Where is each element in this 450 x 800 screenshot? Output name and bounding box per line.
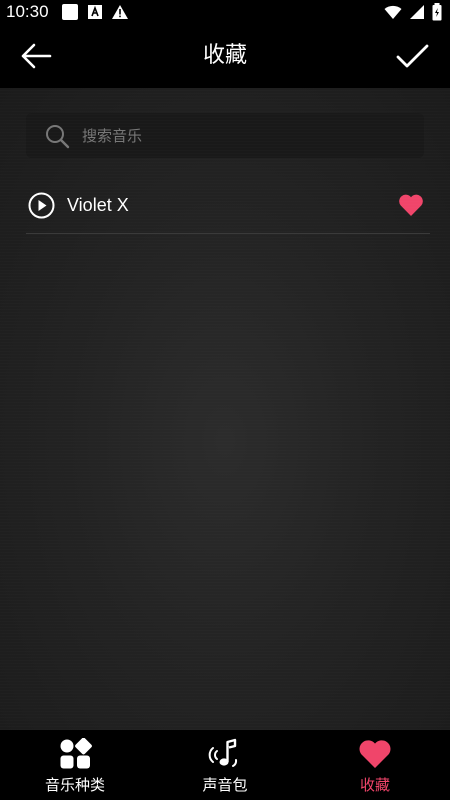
confirm-button[interactable] [392, 38, 432, 74]
warning-icon [111, 4, 129, 20]
list-item[interactable]: Violet X [26, 177, 430, 234]
play-icon[interactable] [28, 192, 55, 219]
bottom-nav: 音乐种类 声音包 收藏 [0, 730, 450, 800]
nav-item-favorites[interactable]: 收藏 [300, 730, 450, 800]
status-time: 10:30 [6, 2, 49, 21]
wifi-icon [384, 4, 402, 24]
heart-icon[interactable] [398, 193, 424, 217]
status-right-icons [384, 3, 442, 25]
grid-shapes-icon [60, 738, 92, 769]
nav-item-sound-pack[interactable]: 声音包 [150, 730, 300, 800]
status-bar: 10:30 [0, 0, 450, 24]
square-icon [61, 3, 79, 21]
favorites-panel: Violet X [0, 88, 450, 730]
search-icon [46, 124, 70, 148]
status-left-icons [61, 3, 129, 21]
search-bar [26, 113, 424, 158]
nav-label: 声音包 [202, 776, 248, 794]
a-badge-icon [87, 4, 103, 20]
song-title: Violet X [67, 194, 129, 215]
search-input[interactable] [80, 125, 424, 146]
heart-icon [359, 740, 391, 768]
app-header: 收藏 [0, 24, 450, 88]
nav-label: 音乐种类 [44, 776, 105, 794]
checkmark-icon [396, 44, 429, 68]
signal-icon [409, 4, 425, 24]
nav-label: 收藏 [359, 776, 390, 794]
battery-icon [432, 3, 442, 25]
music-note-icon [208, 738, 238, 767]
nav-item-music-categories[interactable]: 音乐种类 [0, 730, 150, 800]
page-title: 收藏 [202, 43, 247, 68]
